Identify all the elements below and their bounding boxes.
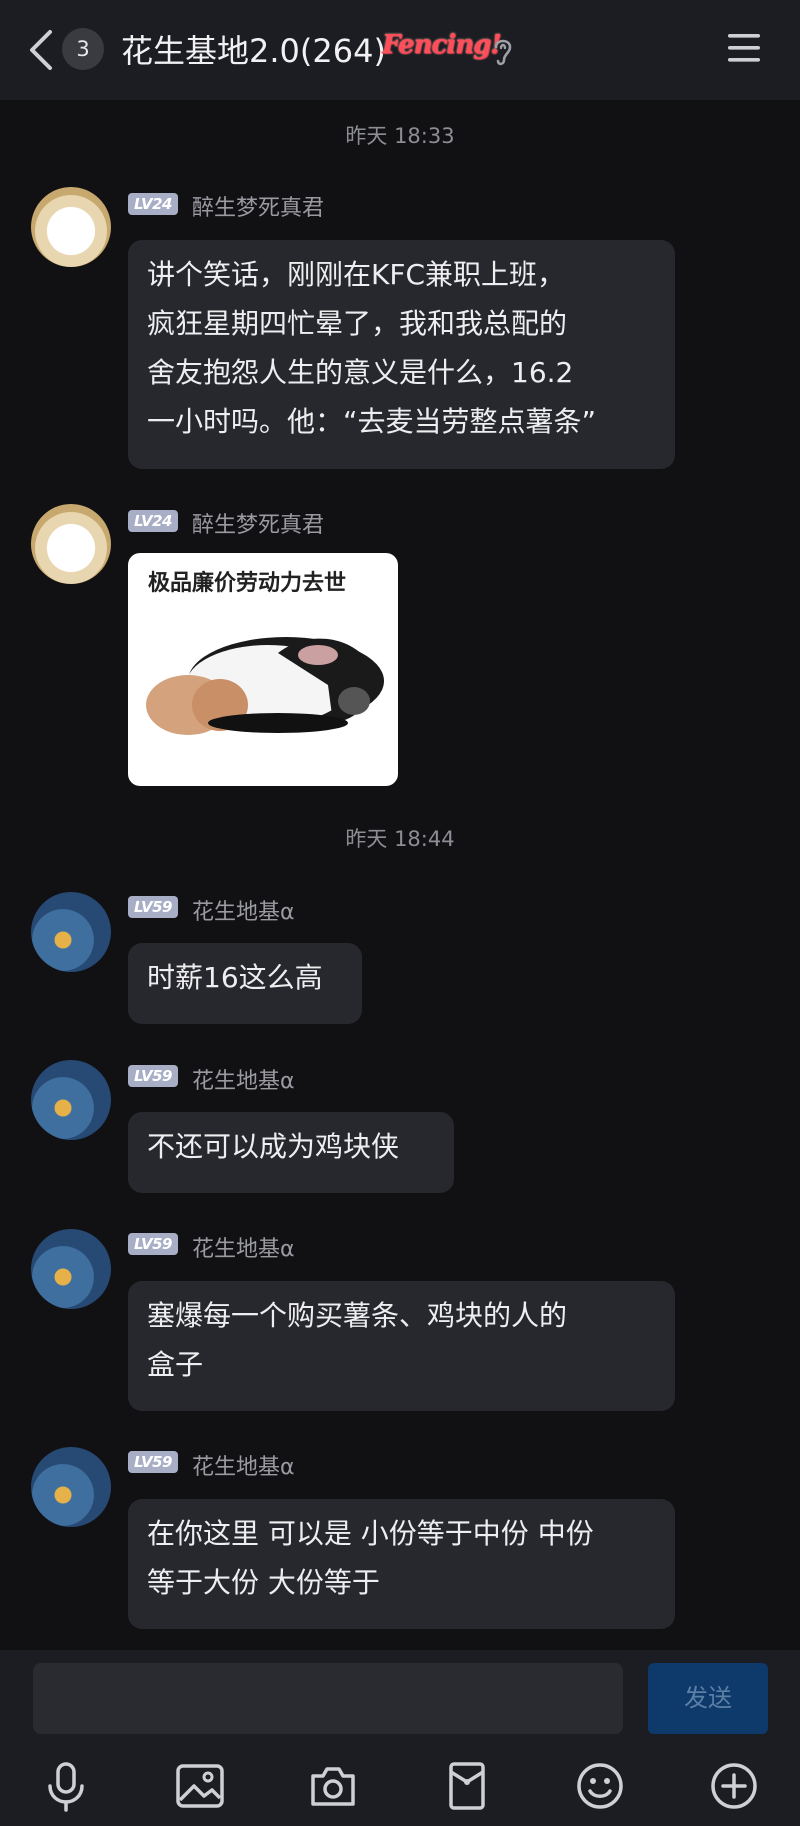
avatar[interactable] xyxy=(31,187,111,267)
camera-icon[interactable] xyxy=(307,1760,359,1812)
avatar[interactable] xyxy=(31,504,111,584)
level-badge: LV24 xyxy=(128,510,178,532)
chat-title: 花生基地2.0(264) xyxy=(121,32,386,70)
message-line: 舍友抱怨人生的意义是什么，16.2 xyxy=(147,356,574,389)
message-line: 在你这里 可以是 小份等于中份 中份 xyxy=(147,1517,594,1550)
sender-name[interactable]: 花生地基α xyxy=(192,1449,295,1481)
level-badge: LV24 xyxy=(128,193,178,215)
message-bubble[interactable]: 塞爆每一个购买薯条、鸡块的人的 盒子 xyxy=(128,1281,675,1411)
sender-name[interactable]: 花生地基α xyxy=(192,894,295,926)
sticker-caption: 极品廉价劳动力去世 xyxy=(148,571,347,596)
unread-count-badge[interactable]: 3 xyxy=(62,28,104,70)
lying-panda-illustration xyxy=(146,637,384,735)
message-line: 时薪16这么高 xyxy=(147,961,323,994)
level-badge: LV59 xyxy=(128,896,178,918)
message-line: 一小时吗。他：“去麦当劳整点薯条” xyxy=(147,405,597,438)
level-badge: LV59 xyxy=(128,1233,178,1255)
image-icon[interactable] xyxy=(174,1760,226,1812)
sender-name[interactable]: 花生地基α xyxy=(192,1063,295,1095)
sticker-image[interactable]: 极品廉价劳动力去世 xyxy=(128,553,398,786)
avatar[interactable] xyxy=(31,1229,111,1309)
back-arrow-icon[interactable] xyxy=(26,28,56,72)
message-bubble[interactable]: 在你这里 可以是 小份等于中份 中份 等于大份 大份等于 xyxy=(128,1499,675,1629)
message-line: 等于大份 大份等于 xyxy=(147,1566,380,1599)
message-line: 塞爆每一个购买薯条、鸡块的人的 xyxy=(147,1299,568,1332)
ear-icon[interactable] xyxy=(490,34,516,68)
send-button[interactable]: 发送 xyxy=(648,1663,768,1734)
message-bubble[interactable]: 时薪16这么高 xyxy=(128,943,362,1024)
level-badge: LV59 xyxy=(128,1065,178,1087)
message-bubble[interactable]: 不还可以成为鸡块侠 xyxy=(128,1112,454,1193)
menu-icon[interactable] xyxy=(726,32,762,64)
message-bubble[interactable]: 讲个笑话，刚刚在KFC兼职上班， 疯狂星期四忙晕了，我和我总配的 舍友抱怨人生的… xyxy=(128,240,675,469)
emoji-icon[interactable] xyxy=(574,1760,626,1812)
microphone-icon[interactable] xyxy=(40,1760,92,1812)
avatar[interactable] xyxy=(31,1060,111,1140)
sender-name[interactable]: 醉生梦死真君 xyxy=(192,190,324,222)
timestamp: 昨天 18:33 xyxy=(345,124,455,148)
plus-icon[interactable] xyxy=(708,1760,760,1812)
timestamp: 昨天 18:44 xyxy=(345,827,455,851)
sender-name[interactable]: 花生地基α xyxy=(192,1231,295,1263)
level-badge: LV59 xyxy=(128,1451,178,1473)
avatar[interactable] xyxy=(31,892,111,972)
avatar[interactable] xyxy=(31,1447,111,1527)
message-input[interactable] xyxy=(33,1663,623,1734)
message-line: 不还可以成为鸡块侠 xyxy=(147,1130,400,1163)
message-line: 盒子 xyxy=(147,1348,204,1381)
group-tag-logo: Fencing! xyxy=(382,30,502,60)
message-line: 疯狂星期四忙晕了，我和我总配的 xyxy=(147,307,568,340)
sender-name[interactable]: 醉生梦死真君 xyxy=(192,507,324,539)
message-line: 讲个笑话，刚刚在KFC兼职上班， xyxy=(147,258,566,291)
top-bar: 3 花生基地2.0(264) Fencing! xyxy=(0,0,800,100)
red-packet-icon[interactable] xyxy=(441,1760,493,1812)
